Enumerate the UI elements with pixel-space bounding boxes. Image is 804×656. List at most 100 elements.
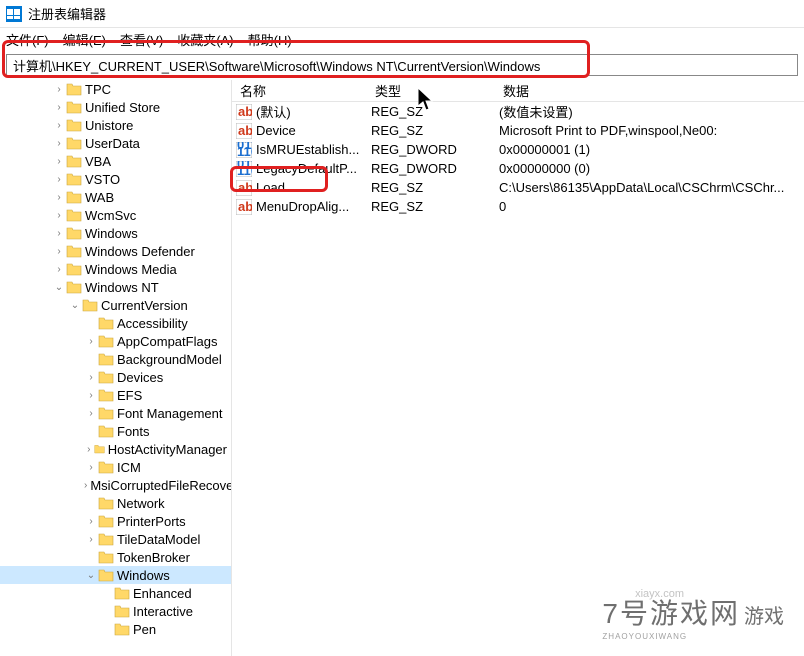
list-header: 名称 类型 数据 bbox=[232, 80, 804, 102]
folder-icon bbox=[66, 154, 82, 168]
value-row[interactable]: abDeviceREG_SZMicrosoft Print to PDF,win… bbox=[232, 121, 804, 140]
tree-item[interactable]: ›Windows Media bbox=[0, 260, 231, 278]
folder-icon bbox=[66, 208, 82, 222]
tree-item[interactable]: .BackgroundModel bbox=[0, 350, 231, 368]
chevron-right-icon[interactable]: › bbox=[84, 462, 98, 473]
menu-view[interactable]: 查看(V) bbox=[120, 30, 163, 49]
tree-view[interactable]: ›TPC›Unified Store›Unistore›UserData›VBA… bbox=[0, 80, 232, 656]
value-type: REG_SZ bbox=[371, 123, 499, 138]
tree-item-label: BackgroundModel bbox=[117, 352, 222, 367]
tree-item[interactable]: › AppCompatFlags bbox=[0, 332, 231, 350]
chevron-right-icon[interactable]: › bbox=[84, 336, 98, 347]
chevron-right-icon[interactable]: › bbox=[52, 102, 66, 113]
tree-item-label: Pen bbox=[133, 622, 156, 637]
value-row[interactable]: 011110IsMRUEstablish...REG_DWORD0x000000… bbox=[232, 140, 804, 159]
tree-item[interactable]: ⌄ Windows bbox=[0, 566, 231, 584]
tree-item[interactable]: ›EFS bbox=[0, 386, 231, 404]
header-name[interactable]: 名称 bbox=[232, 81, 367, 100]
tree-item[interactable]: ⌄CurrentVersion bbox=[0, 296, 231, 314]
svg-text:110: 110 bbox=[237, 163, 252, 177]
tree-item[interactable]: ›Font Management bbox=[0, 404, 231, 422]
folder-icon bbox=[66, 100, 82, 114]
folder-icon bbox=[66, 118, 82, 132]
value-name: (默认) bbox=[256, 102, 371, 121]
header-data[interactable]: 数据 bbox=[495, 81, 804, 100]
menu-help[interactable]: 帮助(H) bbox=[248, 30, 292, 49]
chevron-down-icon[interactable]: ⌄ bbox=[84, 570, 98, 581]
value-list[interactable]: 名称 类型 数据 ab(默认)REG_SZ(数值未设置)abDeviceREG_… bbox=[232, 80, 804, 656]
tree-item[interactable]: ›Unistore bbox=[0, 116, 231, 134]
tree-item-label: AppCompatFlags bbox=[117, 334, 217, 349]
folder-icon bbox=[98, 370, 114, 384]
menu-favorites[interactable]: 收藏夹(A) bbox=[177, 30, 233, 49]
tree-item[interactable]: .Fonts bbox=[0, 422, 231, 440]
chevron-right-icon[interactable]: › bbox=[84, 444, 94, 455]
chevron-right-icon[interactable]: › bbox=[52, 264, 66, 275]
chevron-right-icon[interactable]: › bbox=[84, 372, 98, 383]
chevron-right-icon[interactable]: › bbox=[84, 516, 98, 527]
tree-item-label: Windows bbox=[117, 568, 170, 583]
tree-item[interactable]: .Accessibility bbox=[0, 314, 231, 332]
chevron-right-icon[interactable]: › bbox=[52, 246, 66, 257]
tree-item-label: WcmSvc bbox=[85, 208, 136, 223]
tree-item[interactable]: .Enhanced bbox=[0, 584, 231, 602]
value-data: (数值未设置) bbox=[499, 102, 804, 121]
value-row[interactable]: ab(默认)REG_SZ(数值未设置) bbox=[232, 102, 804, 121]
tree-item[interactable]: ›TileDataModel bbox=[0, 530, 231, 548]
menu-file[interactable]: 文件(F) bbox=[6, 30, 49, 49]
tree-item[interactable]: ⌄Windows NT bbox=[0, 278, 231, 296]
tree-item[interactable]: › TPC bbox=[0, 80, 231, 98]
tree-item[interactable]: › VSTO bbox=[0, 170, 231, 188]
tree-item[interactable]: ›MsiCorruptedFileRecovery bbox=[0, 476, 231, 494]
value-name: MenuDropAlig... bbox=[256, 199, 371, 214]
tree-item[interactable]: ›Unified Store bbox=[0, 98, 231, 116]
titlebar: 注册表编辑器 bbox=[0, 0, 804, 28]
chevron-right-icon[interactable]: › bbox=[84, 534, 98, 545]
tree-item[interactable]: ›Windows Defender bbox=[0, 242, 231, 260]
chevron-right-icon[interactable]: › bbox=[52, 84, 66, 95]
addressbar-container bbox=[0, 50, 804, 80]
tree-item-label: Enhanced bbox=[133, 586, 192, 601]
folder-icon bbox=[98, 352, 114, 366]
chevron-down-icon[interactable]: ⌄ bbox=[68, 300, 82, 311]
tree-item[interactable]: .Pen bbox=[0, 620, 231, 638]
chevron-right-icon[interactable]: › bbox=[52, 156, 66, 167]
tree-item[interactable]: › Devices bbox=[0, 368, 231, 386]
value-row[interactable]: abMenuDropAlig...REG_SZ0 bbox=[232, 197, 804, 216]
chevron-right-icon[interactable]: › bbox=[52, 138, 66, 149]
svg-text:110: 110 bbox=[237, 144, 252, 158]
chevron-right-icon[interactable]: › bbox=[52, 120, 66, 131]
chevron-right-icon[interactable]: › bbox=[52, 174, 66, 185]
value-row[interactable]: abLoadREG_SZC:\Users\86135\AppData\Local… bbox=[232, 178, 804, 197]
chevron-right-icon[interactable]: › bbox=[84, 390, 98, 401]
tree-item-label: TPC bbox=[85, 82, 111, 97]
tree-item[interactable]: › WcmSvc bbox=[0, 206, 231, 224]
chevron-right-icon[interactable]: › bbox=[52, 192, 66, 203]
address-input[interactable] bbox=[6, 54, 798, 76]
tree-item[interactable]: .Network bbox=[0, 494, 231, 512]
tree-item[interactable]: .Interactive bbox=[0, 602, 231, 620]
tree-item[interactable]: › VBA bbox=[0, 152, 231, 170]
tree-item[interactable]: ›Windows bbox=[0, 224, 231, 242]
chevron-right-icon[interactable]: › bbox=[84, 480, 87, 491]
menu-edit[interactable]: 编辑(E) bbox=[63, 30, 106, 49]
tree-item[interactable]: ›WAB bbox=[0, 188, 231, 206]
folder-icon bbox=[82, 298, 98, 312]
tree-item[interactable]: ›ICM bbox=[0, 458, 231, 476]
tree-item[interactable]: ›PrinterPorts bbox=[0, 512, 231, 530]
value-row[interactable]: 011110LegacyDefaultP...REG_DWORD0x000000… bbox=[232, 159, 804, 178]
tree-item[interactable]: .TokenBroker bbox=[0, 548, 231, 566]
value-data: 0x00000001 (1) bbox=[499, 142, 804, 157]
main-panel: ›TPC›Unified Store›Unistore›UserData›VBA… bbox=[0, 80, 804, 656]
tree-item-label: VBA bbox=[85, 154, 111, 169]
tree-item-label: VSTO bbox=[85, 172, 120, 187]
chevron-right-icon[interactable]: › bbox=[84, 408, 98, 419]
header-type[interactable]: 类型 bbox=[367, 81, 495, 100]
tree-item[interactable]: ›UserData bbox=[0, 134, 231, 152]
tree-item[interactable]: ›HostActivityManager bbox=[0, 440, 231, 458]
tree-item-label: Devices bbox=[117, 370, 163, 385]
chevron-right-icon[interactable]: › bbox=[52, 228, 66, 239]
folder-icon bbox=[98, 424, 114, 438]
chevron-down-icon[interactable]: ⌄ bbox=[52, 282, 66, 293]
chevron-right-icon[interactable]: › bbox=[52, 210, 66, 221]
